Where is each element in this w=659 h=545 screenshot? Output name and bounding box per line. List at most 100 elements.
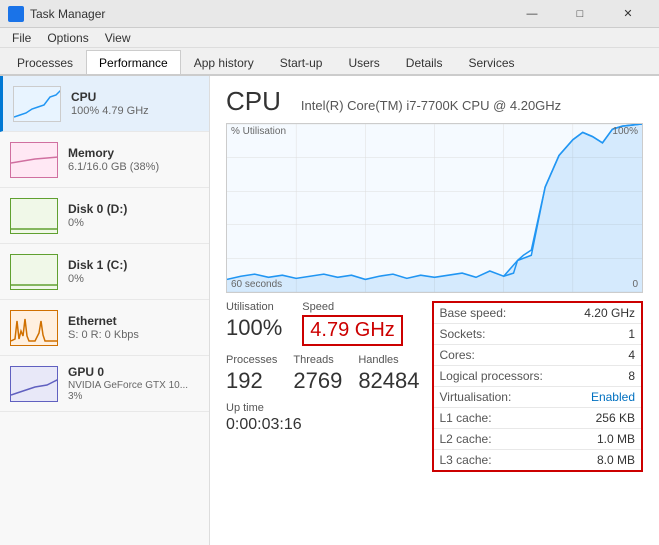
disk0-info: Disk 0 (D:) 0% (68, 202, 199, 229)
info-table-wrapper: Base speed: 4.20 GHz Sockets: 1 Cores: 4… (432, 301, 644, 472)
cpu-info: CPU 100% 4.79 GHz (71, 90, 199, 117)
info-table: Base speed: 4.20 GHz Sockets: 1 Cores: 4… (434, 303, 642, 470)
l1-val: 256 KB (596, 411, 635, 425)
processes-block: Processes 192 (226, 354, 277, 394)
l1-key: L1 cache: (440, 411, 596, 425)
utilisation-label: Utilisation (226, 301, 282, 313)
cores-key: Cores: (440, 348, 629, 362)
app-title: Task Manager (30, 7, 509, 21)
gpu-info: GPU 0 NVIDIA GeForce GTX 10...3% (68, 365, 199, 402)
cpu-model: Intel(R) Core(TM) i7-7700K CPU @ 4.20GHz (301, 98, 561, 113)
handles-label: Handles (358, 354, 419, 366)
maximize-button[interactable]: □ (557, 0, 603, 28)
cpu-name: CPU (71, 90, 199, 104)
threads-value: 2769 (293, 368, 342, 394)
menu-view[interactable]: View (97, 28, 139, 47)
menu-file[interactable]: File (4, 28, 39, 47)
sidebar-item-ethernet[interactable]: Ethernet S: 0 R: 0 Kbps (0, 300, 209, 356)
cpu-thumbnail (13, 86, 61, 122)
tab-details[interactable]: Details (393, 50, 456, 74)
gpu-stat: NVIDIA GeForce GTX 10...3% (68, 380, 199, 402)
disk1-name: Disk 1 (C:) (68, 258, 199, 272)
ethernet-name: Ethernet (68, 314, 199, 328)
logical-key: Logical processors: (440, 369, 629, 383)
cpu-header: CPU Intel(R) Core(TM) i7-7700K CPU @ 4.2… (226, 86, 643, 117)
logical-val: 8 (628, 369, 635, 383)
cores-val: 4 (628, 348, 635, 362)
info-row-l2: L2 cache: 1.0 MB (434, 429, 642, 450)
tab-users[interactable]: Users (335, 50, 392, 74)
info-row-virtualisation: Virtualisation: Enabled (434, 387, 642, 408)
tab-processes[interactable]: Processes (4, 50, 86, 74)
sockets-key: Sockets: (440, 327, 629, 341)
disk1-thumbnail (10, 254, 58, 290)
disk1-stat: 0% (68, 273, 199, 285)
sidebar: CPU 100% 4.79 GHz Memory 6.1/16.0 GB (38… (0, 76, 210, 545)
ethernet-info: Ethernet S: 0 R: 0 Kbps (68, 314, 199, 341)
memory-stat: 6.1/16.0 GB (38%) (68, 161, 199, 173)
tab-services[interactable]: Services (455, 50, 527, 74)
right-panel: CPU Intel(R) Core(TM) i7-7700K CPU @ 4.2… (210, 76, 659, 545)
gpu-thumbnail (10, 366, 58, 402)
sidebar-item-memory[interactable]: Memory 6.1/16.0 GB (38%) (0, 132, 209, 188)
sidebar-item-gpu[interactable]: GPU 0 NVIDIA GeForce GTX 10...3% (0, 356, 209, 412)
sockets-val: 1 (628, 327, 635, 341)
basespeed-val: 4.20 GHz (584, 306, 635, 320)
tab-bar: Processes Performance App history Start-… (0, 48, 659, 76)
tab-performance[interactable]: Performance (86, 50, 181, 74)
info-row-l3: L3 cache: 8.0 MB (434, 450, 642, 470)
minimize-button[interactable]: — (509, 0, 555, 28)
threads-label: Threads (293, 354, 342, 366)
disk0-name: Disk 0 (D:) (68, 202, 199, 216)
chart-y-label: % Utilisation (231, 126, 286, 137)
utilisation-value: 100% (226, 315, 282, 341)
memory-name: Memory (68, 146, 199, 160)
title-bar: Task Manager — □ ✕ (0, 0, 659, 28)
cpu-stat: 100% 4.79 GHz (71, 105, 199, 117)
speed-label: Speed (302, 301, 402, 313)
tab-app-history[interactable]: App history (181, 50, 267, 74)
l2-val: 1.0 MB (597, 432, 635, 446)
disk0-thumbnail (10, 198, 58, 234)
ethernet-stat: S: 0 R: 0 Kbps (68, 329, 199, 341)
virtualisation-key: Virtualisation: (440, 390, 591, 404)
menu-options[interactable]: Options (39, 28, 96, 47)
chart-y-max: 100% (612, 126, 638, 137)
menu-bar: File Options View (0, 28, 659, 48)
info-row-cores: Cores: 4 (434, 345, 642, 366)
disk1-info: Disk 1 (C:) 0% (68, 258, 199, 285)
speed-block: Speed 4.79 GHz (302, 301, 402, 346)
processes-value: 192 (226, 368, 277, 394)
info-row-logical: Logical processors: 8 (434, 366, 642, 387)
threads-block: Threads 2769 (293, 354, 342, 394)
sidebar-item-cpu[interactable]: CPU 100% 4.79 GHz (0, 76, 209, 132)
close-button[interactable]: ✕ (605, 0, 651, 28)
info-row-basespeed: Base speed: 4.20 GHz (434, 303, 642, 324)
processes-label: Processes (226, 354, 277, 366)
disk0-stat: 0% (68, 217, 199, 229)
chart-x-left: 60 seconds (231, 279, 282, 290)
virtualisation-val: Enabled (591, 390, 635, 404)
window-controls: — □ ✕ (509, 0, 651, 28)
app-icon (8, 6, 24, 22)
chart-svg (227, 124, 642, 292)
tab-startup[interactable]: Start-up (267, 50, 336, 74)
uptime-value: 0:00:03:16 (226, 416, 420, 434)
handles-value: 82484 (358, 368, 419, 394)
main-content: CPU 100% 4.79 GHz Memory 6.1/16.0 GB (38… (0, 76, 659, 545)
l2-key: L2 cache: (440, 432, 597, 446)
sidebar-item-disk1[interactable]: Disk 1 (C:) 0% (0, 244, 209, 300)
speed-value: 4.79 GHz (302, 315, 402, 346)
uptime-label: Up time (226, 402, 420, 414)
sidebar-item-disk0[interactable]: Disk 0 (D:) 0% (0, 188, 209, 244)
l3-key: L3 cache: (440, 453, 597, 467)
ethernet-thumbnail (10, 310, 58, 346)
utilisation-block: Utilisation 100% (226, 301, 282, 341)
chart-x-right: 0 (632, 279, 638, 290)
gpu-name: GPU 0 (68, 365, 199, 379)
basespeed-key: Base speed: (440, 306, 585, 320)
uptime-block: Up time 0:00:03:16 (226, 402, 420, 434)
memory-info: Memory 6.1/16.0 GB (38%) (68, 146, 199, 173)
memory-thumbnail (10, 142, 58, 178)
info-row-l1: L1 cache: 256 KB (434, 408, 642, 429)
